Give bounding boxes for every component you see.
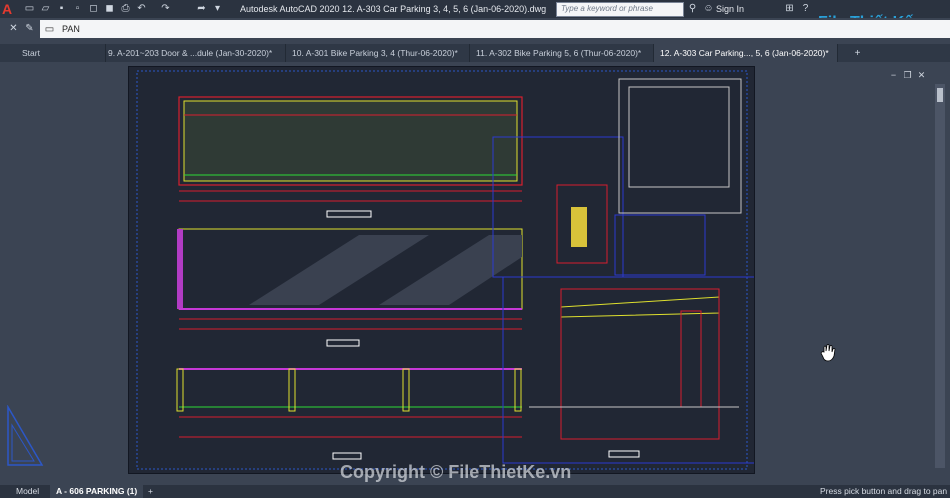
title-bar: A ▭ ▱ ▪ ▫ ◻ ◼ ⎙ ↶ ↷ ➦ ▾ Autodesk AutoCAD… bbox=[0, 0, 950, 18]
car-park-elevation bbox=[177, 228, 523, 347]
vertical-scrollbar[interactable] bbox=[935, 84, 945, 468]
roof-section bbox=[560, 296, 720, 318]
status-prompt: Press pick button and drag to pan bbox=[820, 486, 948, 496]
detail-frame-3 bbox=[502, 276, 798, 464]
minimize-icon[interactable]: − bbox=[889, 71, 898, 80]
detail-door-elevation bbox=[618, 78, 742, 214]
copyright-watermark: Copyright © FileThietKe.vn bbox=[340, 462, 572, 482]
save-web-icon[interactable]: ◼ bbox=[104, 3, 115, 14]
tab-bike-parking-5-6[interactable]: 11. A-302 Bike Parking 5, 6 (Thur-06-202… bbox=[470, 44, 654, 62]
open-web-icon[interactable]: ◻ bbox=[88, 3, 99, 14]
store-icon[interactable]: ⊞ bbox=[784, 3, 795, 14]
tab-start[interactable]: Start bbox=[16, 44, 106, 62]
command-icon: ▭ bbox=[44, 24, 55, 35]
command-input[interactable]: ▭ PAN bbox=[40, 20, 950, 38]
window-title: Autodesk AutoCAD 2020 12. A-303 Car Park… bbox=[240, 4, 547, 14]
tab-car-parking[interactable]: 12. A-303 Car Parking..., 5, 6 (Jan-06-2… bbox=[654, 44, 838, 62]
user-icon[interactable]: ☺ bbox=[703, 3, 714, 14]
close-icon[interactable]: ✕ bbox=[8, 23, 19, 34]
cad-drawing bbox=[136, 70, 798, 470]
detail-frame-2 bbox=[614, 214, 706, 276]
tab-door-schedule[interactable]: 9. A-201~203 Door & ...dule (Jan-30-2020… bbox=[102, 44, 286, 62]
new-tab-icon[interactable]: + bbox=[852, 48, 863, 59]
car-park-section bbox=[176, 368, 522, 460]
save-as-icon[interactable]: ▫ bbox=[72, 3, 83, 14]
add-layout-button[interactable]: + bbox=[142, 485, 159, 498]
car-park-plan bbox=[178, 96, 523, 218]
binoculars-icon[interactable]: ⚲ bbox=[687, 3, 698, 14]
search-placeholder: Type a keyword or phrase bbox=[561, 4, 653, 13]
tab-layout-active[interactable]: A - 606 PARKING (1) bbox=[50, 485, 144, 498]
pan-hand-icon bbox=[820, 344, 836, 362]
scrollbar-thumb[interactable] bbox=[937, 88, 943, 102]
command-text: PAN bbox=[62, 24, 80, 34]
save-icon[interactable]: ▪ bbox=[56, 3, 67, 14]
status-bar: Model A - 606 PARKING (1) + Press pick b… bbox=[0, 485, 950, 498]
autocad-logo-icon[interactable]: A bbox=[2, 0, 20, 18]
undo-icon[interactable]: ↶ bbox=[136, 3, 147, 14]
tab-bike-parking-3-4[interactable]: 10. A-301 Bike Parking 3, 4 (Thur-06-202… bbox=[286, 44, 470, 62]
share-icon[interactable]: ➦ bbox=[196, 3, 207, 14]
restore-icon[interactable]: ❐ bbox=[903, 71, 912, 80]
tab-model[interactable]: Model bbox=[10, 485, 45, 498]
plot-icon[interactable]: ⎙ bbox=[120, 3, 131, 14]
layout-sheet[interactable] bbox=[128, 66, 798, 474]
close-drawing-icon[interactable]: ✕ bbox=[917, 71, 926, 80]
help-icon[interactable]: ? bbox=[800, 3, 811, 14]
redo-icon[interactable]: ↷ bbox=[160, 3, 171, 14]
qat-dropdown-icon[interactable]: ▾ bbox=[212, 3, 223, 14]
sign-in-link[interactable]: Sign In bbox=[716, 4, 744, 14]
customize-icon[interactable]: ✎ bbox=[24, 23, 35, 34]
ucs-icon bbox=[7, 405, 44, 466]
open-icon[interactable]: ▱ bbox=[40, 3, 51, 14]
search-input[interactable]: Type a keyword or phrase bbox=[556, 2, 684, 17]
new-icon[interactable]: ▭ bbox=[24, 3, 35, 14]
